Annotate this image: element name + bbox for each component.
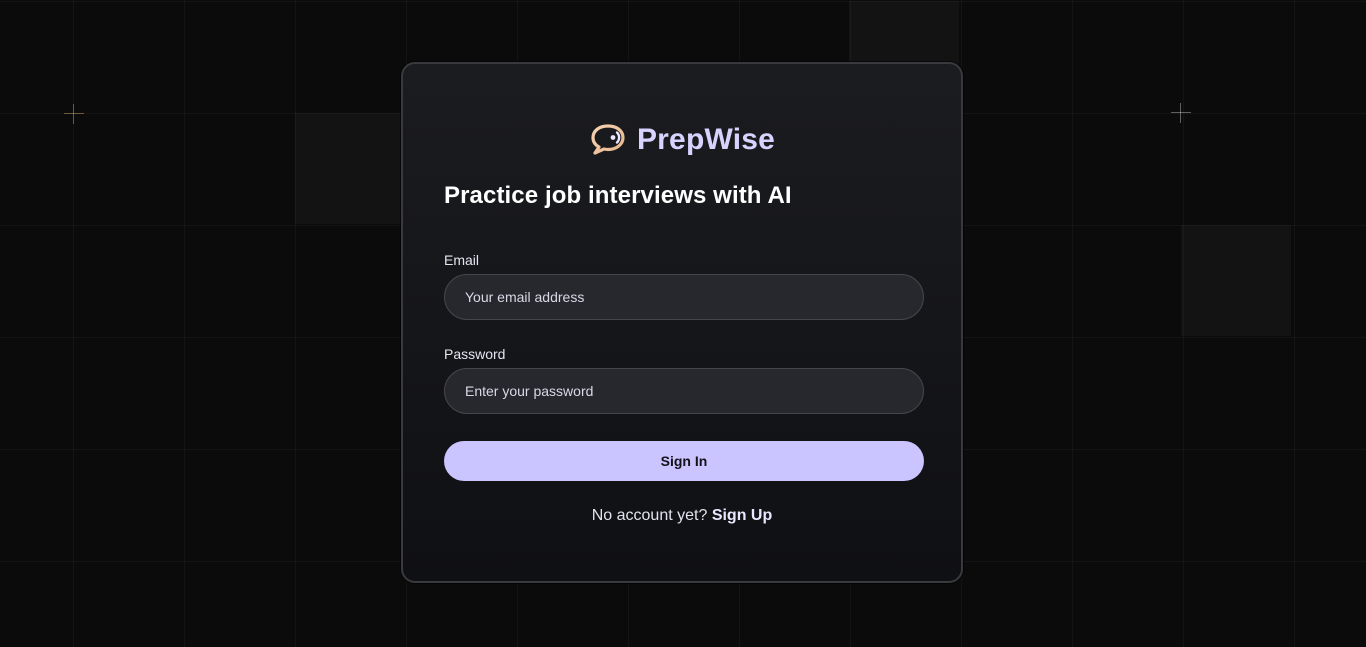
- brand-name: PrepWise: [636, 123, 776, 156]
- email-field[interactable]: [444, 274, 924, 320]
- signup-prompt: No account yet? Sign Up: [403, 507, 961, 525]
- email-label: Email: [444, 252, 480, 268]
- page-title: Practice job interviews with AI: [444, 182, 792, 209]
- sparkle-icon: [1171, 103, 1191, 123]
- sparkle-icon: [64, 104, 84, 124]
- chat-bubble-icon: [591, 124, 625, 155]
- auth-card: PrepWise Practice job interviews with AI…: [401, 62, 963, 583]
- sign-up-link[interactable]: Sign Up: [712, 507, 772, 524]
- signup-prompt-text: No account yet?: [591, 507, 708, 524]
- password-label: Password: [444, 346, 506, 362]
- background-tile: [295, 113, 405, 224]
- password-field[interactable]: [444, 368, 924, 414]
- background-tile: [1181, 225, 1291, 336]
- brand: PrepWise: [403, 120, 961, 160]
- sign-in-button[interactable]: Sign In: [444, 441, 924, 481]
